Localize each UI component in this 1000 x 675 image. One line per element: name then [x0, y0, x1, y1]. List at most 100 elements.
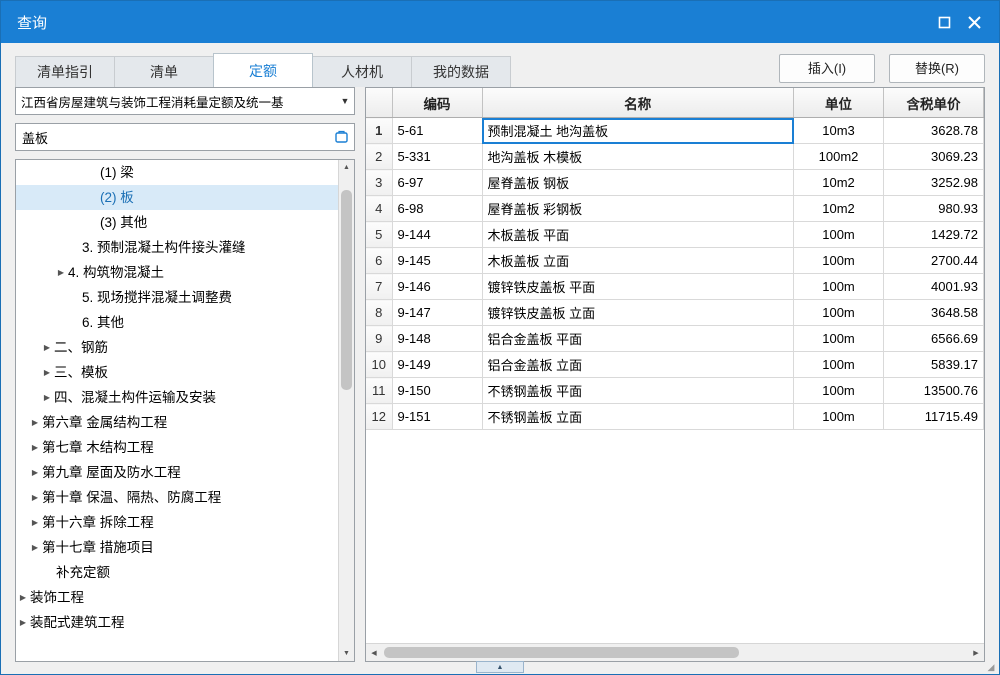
cell-code[interactable]: 9-150: [392, 377, 483, 404]
tree-item[interactable]: ▶ 第十七章 措施项目: [16, 535, 339, 560]
cell-unit[interactable]: 100m: [793, 351, 884, 378]
cell-code[interactable]: 9-146: [392, 273, 483, 300]
cell-code[interactable]: 5-331: [392, 143, 483, 170]
cell-price[interactable]: 3069.23: [883, 143, 984, 170]
cell-name[interactable]: 木板盖板 立面: [482, 247, 794, 274]
cell-name[interactable]: 屋脊盖板 钢板: [482, 169, 794, 196]
cell-name[interactable]: 屋脊盖板 彩钢板: [482, 195, 794, 222]
cell-name[interactable]: 木板盖板 平面: [482, 221, 794, 248]
tab-rencaiji[interactable]: 人材机: [312, 56, 412, 87]
scroll-up-icon[interactable]: ▲: [339, 160, 354, 175]
cell-name[interactable]: 镀锌铁皮盖板 平面: [482, 273, 794, 300]
tree-scroll-thumb[interactable]: [341, 190, 352, 390]
expand-arrow-icon[interactable]: ▶: [40, 360, 54, 385]
tab-wodeshuju[interactable]: 我的数据: [411, 56, 511, 87]
tree-item[interactable]: ▶ (3) 其他: [16, 210, 339, 235]
clear-search-icon[interactable]: [328, 130, 354, 145]
cell-price[interactable]: 3252.98: [883, 169, 984, 196]
column-header-code[interactable]: 编码: [392, 88, 483, 118]
scroll-down-icon[interactable]: ▼: [339, 646, 354, 661]
tree-item[interactable]: ▶ 3. 预制混凝土构件接头灌缝: [16, 235, 339, 260]
cell-code[interactable]: 9-144: [392, 221, 483, 248]
cell-price[interactable]: 13500.76: [883, 377, 984, 404]
cell-unit[interactable]: 100m: [793, 247, 884, 274]
table-row[interactable]: 12 9-151 不锈钢盖板 立面 100m 11715.49: [366, 403, 984, 430]
column-header-rownum[interactable]: [366, 88, 393, 118]
expand-arrow-icon[interactable]: ▶: [40, 335, 54, 360]
cell-price[interactable]: 5839.17: [883, 351, 984, 378]
cell-code[interactable]: 9-151: [392, 403, 483, 430]
cell-name[interactable]: 铝合金盖板 平面: [482, 325, 794, 352]
table-row[interactable]: 4 6-98 屋脊盖板 彩钢板 10m2 980.93: [366, 195, 984, 222]
cell-code[interactable]: 6-97: [392, 169, 483, 196]
expand-arrow-icon[interactable]: ▶: [16, 585, 30, 610]
tree-item[interactable]: ▶ 第七章 木结构工程: [16, 435, 339, 460]
tree-item[interactable]: ▶ 三、模板: [16, 360, 339, 385]
tree-item[interactable]: ▶ 补充定额: [16, 560, 339, 585]
cell-price[interactable]: 4001.93: [883, 273, 984, 300]
expand-arrow-icon[interactable]: ▶: [54, 260, 68, 285]
expand-arrow-icon[interactable]: ▶: [28, 535, 42, 560]
column-header-name[interactable]: 名称: [482, 88, 794, 118]
cell-code[interactable]: 9-149: [392, 351, 483, 378]
tree-item[interactable]: ▶ 第九章 屋面及防水工程: [16, 460, 339, 485]
cell-unit[interactable]: 100m: [793, 377, 884, 404]
cell-name[interactable]: 地沟盖板 木模板: [482, 143, 794, 170]
cell-name[interactable]: 铝合金盖板 立面: [482, 351, 794, 378]
tab-qingdanzhiyin[interactable]: 清单指引: [15, 56, 115, 87]
tab-dinge[interactable]: 定额: [213, 53, 313, 87]
cell-unit[interactable]: 10m2: [793, 195, 884, 222]
expand-arrow-icon[interactable]: ▶: [28, 510, 42, 535]
cell-price[interactable]: 6566.69: [883, 325, 984, 352]
table-row[interactable]: 3 6-97 屋脊盖板 钢板 10m2 3252.98: [366, 169, 984, 196]
cell-code[interactable]: 9-145: [392, 247, 483, 274]
cell-unit[interactable]: 100m: [793, 403, 884, 430]
tree-item[interactable]: ▶ 四、混凝土构件运输及安装: [16, 385, 339, 410]
tree-item[interactable]: ▶ 装饰工程: [16, 585, 339, 610]
collapse-handle[interactable]: ▲: [476, 661, 524, 673]
cell-name[interactable]: 镀锌铁皮盖板 立面: [482, 299, 794, 326]
cell-unit[interactable]: 10m2: [793, 169, 884, 196]
expand-arrow-icon[interactable]: ▶: [28, 460, 42, 485]
column-header-price[interactable]: 含税单价: [883, 88, 984, 118]
table-row[interactable]: 11 9-150 不锈钢盖板 平面 100m 13500.76: [366, 377, 984, 404]
table-row[interactable]: 6 9-145 木板盖板 立面 100m 2700.44: [366, 247, 984, 274]
cell-name[interactable]: 不锈钢盖板 立面: [482, 403, 794, 430]
expand-arrow-icon[interactable]: ▶: [28, 435, 42, 460]
tree-item[interactable]: ▶ 6. 其他: [16, 310, 339, 335]
tree-item[interactable]: ▶ 4. 构筑物混凝土: [16, 260, 339, 285]
tree-item[interactable]: ▶ 二、钢筋: [16, 335, 339, 360]
cell-unit[interactable]: 10m3: [793, 117, 884, 144]
table-row[interactable]: 9 9-148 铝合金盖板 平面 100m 6566.69: [366, 325, 984, 352]
standard-select[interactable]: 江西省房屋建筑与装饰工程消耗量定额及统一基 ▼: [15, 87, 355, 115]
table-row[interactable]: 2 5-331 地沟盖板 木模板 100m2 3069.23: [366, 143, 984, 170]
tree-item[interactable]: ▶ 第十章 保温、隔热、防腐工程: [16, 485, 339, 510]
cell-code[interactable]: 5-61: [392, 117, 483, 144]
cell-price[interactable]: 1429.72: [883, 221, 984, 248]
tree-item[interactable]: ▶ 装配式建筑工程: [16, 610, 339, 635]
cell-price[interactable]: 11715.49: [883, 403, 984, 430]
insert-button[interactable]: 插入(I): [779, 54, 875, 83]
tree-vertical-scrollbar[interactable]: ▲ ▼: [338, 160, 354, 661]
scroll-right-icon[interactable]: ▶: [968, 644, 984, 661]
expand-arrow-icon[interactable]: ▶: [28, 485, 42, 510]
cell-code[interactable]: 6-98: [392, 195, 483, 222]
cell-unit[interactable]: 100m: [793, 273, 884, 300]
expand-arrow-icon[interactable]: ▶: [16, 610, 30, 635]
cell-unit[interactable]: 100m2: [793, 143, 884, 170]
table-row[interactable]: 8 9-147 镀锌铁皮盖板 立面 100m 3648.58: [366, 299, 984, 326]
expand-arrow-icon[interactable]: ▶: [28, 410, 42, 435]
search-input[interactable]: 盖板: [15, 123, 355, 151]
cell-name[interactable]: 不锈钢盖板 平面: [482, 377, 794, 404]
scroll-left-icon[interactable]: ◀: [366, 644, 382, 661]
chevron-down-icon[interactable]: ▼: [336, 96, 354, 106]
results-scroll-thumb[interactable]: [384, 647, 739, 658]
expand-arrow-icon[interactable]: ▶: [40, 385, 54, 410]
cell-unit[interactable]: 100m: [793, 325, 884, 352]
category-tree[interactable]: ▶ (1) 梁 ▶ (2) 板 ▶ (3) 其他 ▶ 3. 预制混凝土构件接头灌…: [15, 159, 355, 662]
results-horizontal-scrollbar[interactable]: ◀ ▶: [366, 643, 984, 661]
cell-price[interactable]: 3648.58: [883, 299, 984, 326]
tree-item-selected[interactable]: ▶ (2) 板: [16, 185, 339, 210]
tree-item[interactable]: ▶ 第十六章 拆除工程: [16, 510, 339, 535]
cell-unit[interactable]: 100m: [793, 299, 884, 326]
